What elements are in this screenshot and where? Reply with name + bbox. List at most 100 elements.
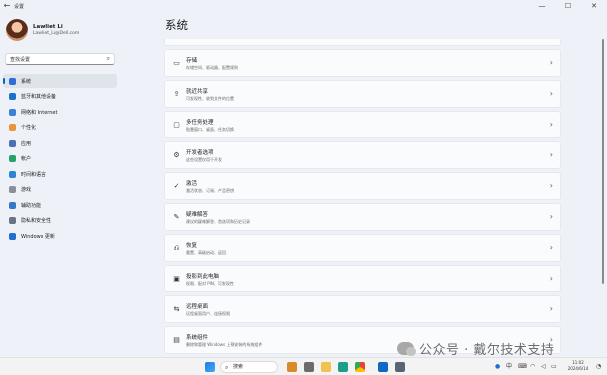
sidebar-item-6[interactable]: 时间和语言 bbox=[3, 167, 117, 181]
settings-card[interactable]: ✓ 激活 激活状态、订阅、产品密钥 › bbox=[164, 172, 561, 200]
scrollbar[interactable] bbox=[602, 39, 604, 284]
settings-card[interactable]: ✎ 疑难解答 建议的疑难解答、首选项和历史记录 › bbox=[164, 202, 561, 231]
card-subtitle: 存储空间、驱动器、配置规则 bbox=[186, 65, 238, 70]
card-title: 多任务处理 bbox=[186, 119, 214, 126]
chevron-right-icon: › bbox=[549, 119, 553, 129]
watermark: 公众号 · 戴尔技术支持 bbox=[397, 339, 554, 358]
card-subtitle: 这些设置仅用于开发 bbox=[186, 157, 222, 163]
chevron-right-icon: › bbox=[549, 242, 553, 252]
taskbar: ⌕ 搜索 ● 中 ⌨ ◠ ◁ ▭ 11:02 2024/6/14 ◔ bbox=[0, 357, 607, 375]
chevron-right-icon: › bbox=[549, 273, 553, 283]
user-email: Lawliet_Li@Dell.com bbox=[33, 31, 80, 36]
activation-icon: ✓ bbox=[173, 182, 180, 191]
sidebar-item-label: 帐户 bbox=[21, 156, 32, 162]
settings-card[interactable]: ▢ 多任务处理 贴靠窗口、桌面、任务切换 › bbox=[164, 110, 561, 139]
sidebar-item-5[interactable]: 帐户 bbox=[3, 152, 117, 166]
sidebar-item-9[interactable]: 隐私和安全性 bbox=[3, 214, 117, 228]
search-input[interactable] bbox=[10, 55, 102, 64]
card-subtitle: 权限、配对 PIN、可发现性 bbox=[186, 280, 234, 286]
recovery-icon: ⎌ bbox=[173, 243, 180, 252]
card-title: 开发者选项 bbox=[186, 150, 214, 157]
sidebar-item-3[interactable]: 个性化 bbox=[3, 121, 117, 135]
apps-icon bbox=[9, 139, 16, 147]
card-title: 恢复 bbox=[186, 242, 198, 249]
sidebar-item-8[interactable]: 辅助功能 bbox=[3, 198, 117, 212]
clock-date: 2024/6/14 bbox=[567, 366, 589, 371]
maximize-button[interactable]: ☐ bbox=[555, 0, 581, 12]
copilot-icon[interactable] bbox=[287, 362, 297, 372]
microphone-icon[interactable]: ● bbox=[495, 361, 500, 373]
card-subtitle: 激活状态、订阅、产品密钥 bbox=[186, 188, 234, 194]
projecting-icon: ▣ bbox=[173, 274, 180, 283]
settings-card[interactable]: ⚙ 开发者选项 这些设置仅用于开发 › bbox=[164, 141, 561, 170]
card-title: 远程桌面 bbox=[186, 304, 209, 311]
sidebar-item-label: 时间和语言 bbox=[21, 171, 47, 178]
settings-card[interactable]: ▣ 投影到此电脑 权限、配对 PIN、可发现性 › bbox=[164, 264, 561, 293]
sidebar-item-label: 系统 bbox=[21, 78, 32, 85]
gaming-icon bbox=[9, 186, 16, 193]
outlook-icon[interactable] bbox=[378, 362, 388, 372]
user-profile[interactable]: Lawliet Li Lawliet_Li@Dell.com bbox=[6, 19, 79, 41]
sidebar-item-4[interactable]: 应用 bbox=[3, 136, 117, 150]
card-title: 投影到此电脑 bbox=[186, 273, 220, 280]
windows-update-icon bbox=[9, 232, 16, 240]
settings-app-icon[interactable] bbox=[395, 362, 405, 372]
window-controls: — ☐ ✕ bbox=[529, 0, 607, 12]
multitasking-icon: ▢ bbox=[173, 120, 180, 129]
card-subtitle: 远程桌面用户、连接权限 bbox=[186, 311, 230, 317]
back-arrow-icon[interactable]: ← bbox=[0, 0, 14, 12]
partial-card-top[interactable] bbox=[164, 39, 561, 46]
settings-card-list: ▭ 存储 存储空间、驱动器、配置规则 › ⇪ 就近共享 可发现性、收到文件的位置 › ▢ 多任务处… bbox=[164, 39, 561, 375]
chrome-icon[interactable] bbox=[355, 362, 365, 372]
sidebar-item-label: 游戏 bbox=[21, 187, 32, 193]
card-title: 疑难解答 bbox=[186, 211, 209, 218]
card-title: 激活 bbox=[186, 181, 198, 188]
clock[interactable]: 11:02 2024/6/14 bbox=[563, 360, 593, 372]
page-title: 系统 bbox=[165, 18, 188, 32]
start-windows-icon[interactable] bbox=[205, 362, 215, 372]
input-method-icon[interactable]: ⌨ bbox=[518, 361, 527, 373]
sidebar-item-0[interactable]: 系统 bbox=[3, 74, 117, 88]
network-icon bbox=[9, 108, 16, 116]
sidebar-item-2[interactable]: 网络和 Internet bbox=[3, 105, 117, 119]
sidebar-item-label: 个性化 bbox=[21, 125, 37, 131]
sidebar-item-label: 隐私和安全性 bbox=[21, 218, 52, 224]
notification-bell-icon[interactable]: ◔ bbox=[596, 361, 601, 373]
card-subtitle: 可发现性、收到文件的位置 bbox=[186, 95, 234, 101]
settings-card[interactable]: ⇪ 就近共享 可发现性、收到文件的位置 › bbox=[164, 79, 561, 108]
volume-icon[interactable]: ◁ bbox=[541, 361, 546, 373]
wifi-icon[interactable]: ◠ bbox=[530, 361, 535, 373]
minimize-button[interactable]: — bbox=[529, 0, 555, 12]
sidebar-item-label: 网络和 Internet bbox=[21, 109, 58, 116]
user-name: Lawliet Li bbox=[33, 24, 63, 30]
task-view-icon[interactable] bbox=[304, 362, 314, 372]
search-icon: ⌕ bbox=[225, 364, 229, 371]
sidebar-item-7[interactable]: 游戏 bbox=[3, 183, 117, 197]
close-button[interactable]: ✕ bbox=[581, 0, 607, 12]
system-icon bbox=[9, 77, 16, 85]
settings-card[interactable]: ⇆ 远程桌面 远程桌面用户、连接权限 › bbox=[164, 295, 561, 324]
bluetooth-icon bbox=[9, 93, 16, 100]
sidebar-nav: 系统蓝牙和其他设备网络和 Internet 个性化应用帐户时间和语言游戏辅助功能隐… bbox=[3, 74, 117, 245]
sidebar-item-10[interactable]: Windows 更新 bbox=[3, 229, 117, 243]
wechat-logo-icon bbox=[397, 342, 416, 356]
settings-search-box[interactable]: ⌕ bbox=[5, 53, 115, 65]
taskbar-search[interactable]: ⌕ 搜索 bbox=[220, 361, 278, 373]
settings-card[interactable]: ▭ 存储 存储空间、驱动器、配置规则 › bbox=[164, 49, 561, 77]
file-explorer-icon[interactable] bbox=[321, 362, 331, 372]
card-subtitle: 贴靠窗口、桌面、任务切换 bbox=[186, 126, 234, 132]
card-subtitle: 建议的疑难解答、首选项和历史记录 bbox=[186, 218, 250, 224]
battery-icon[interactable]: ▭ bbox=[551, 361, 557, 373]
sidebar-item-1[interactable]: 蓝牙和其他设备 bbox=[3, 90, 117, 104]
ime-indicator[interactable]: 中 bbox=[506, 361, 512, 373]
window-title: 设置 bbox=[14, 3, 25, 10]
sidebar-item-label: Windows 更新 bbox=[21, 233, 55, 240]
system-components-icon: ▤ bbox=[173, 336, 180, 345]
settings-card[interactable]: ⎌ 恢复 重置、高级启动、返回 › bbox=[164, 233, 561, 262]
title-bar: ← 设置 — ☐ ✕ bbox=[0, 0, 607, 12]
accounts-icon bbox=[9, 155, 16, 162]
chevron-right-icon: › bbox=[549, 181, 553, 191]
avatar bbox=[6, 19, 28, 41]
edge-browser-icon[interactable] bbox=[338, 362, 348, 372]
storage-icon: ▭ bbox=[173, 59, 180, 67]
